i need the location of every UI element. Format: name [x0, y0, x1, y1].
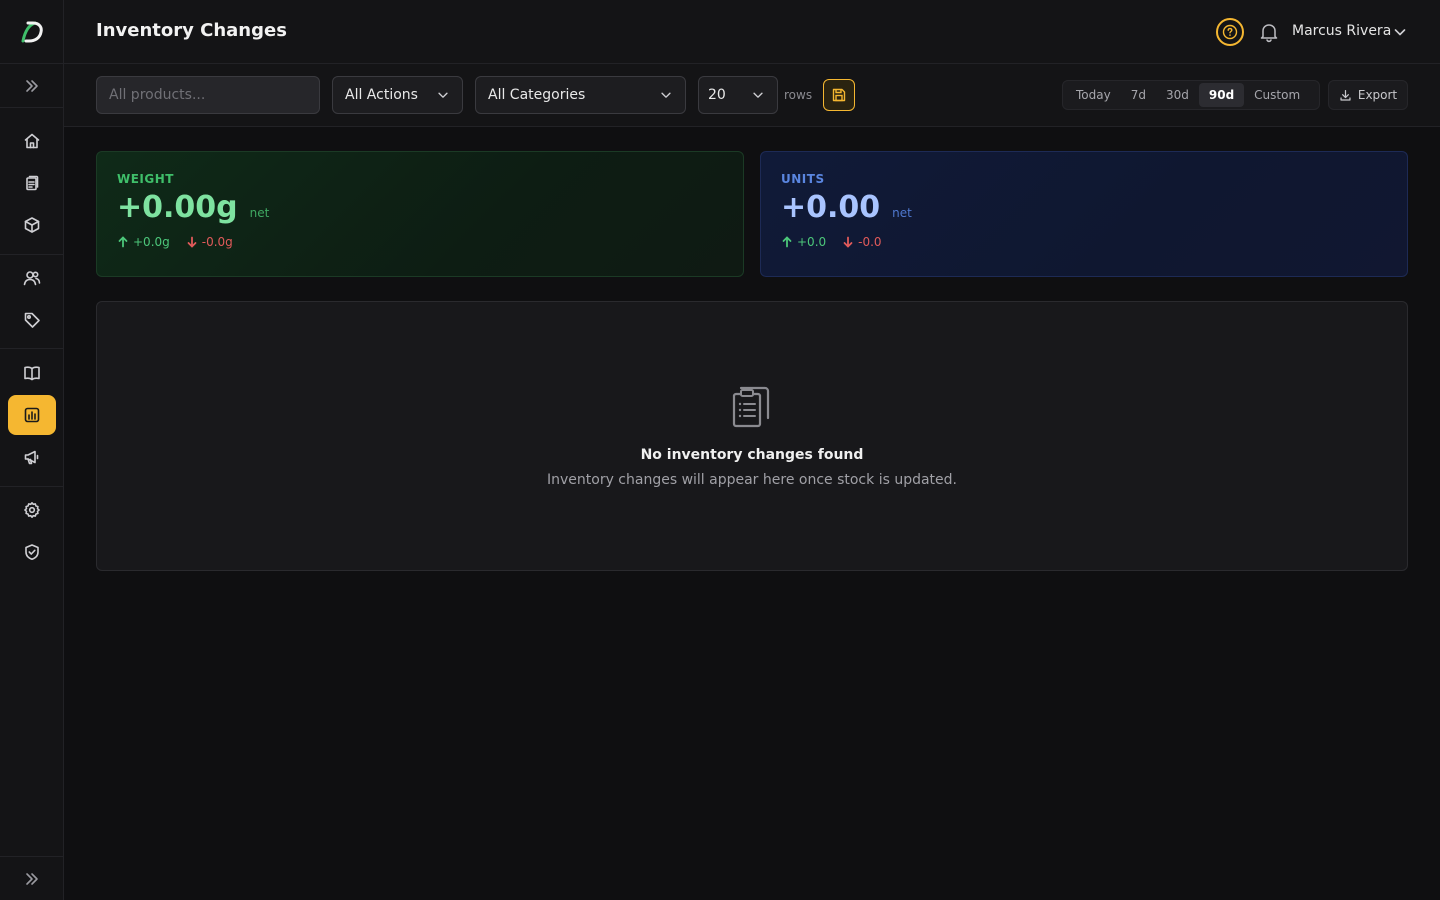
sidebar-item-catalog[interactable]: [8, 353, 56, 393]
bar-chart-icon: [24, 407, 40, 423]
categories-select[interactable]: All Categories: [475, 76, 686, 114]
sidebar-item-security[interactable]: [8, 532, 56, 572]
download-icon: [1340, 89, 1351, 101]
sidebar-item-customers[interactable]: [8, 258, 56, 298]
megaphone-icon: [24, 450, 39, 465]
sidebar-divider: [0, 486, 64, 487]
weight-stat-card: WEIGHT +0.00g net +0.0g -0.0g: [96, 151, 744, 277]
sidebar-divider: [0, 348, 64, 349]
weight-card-label: WEIGHT: [117, 172, 174, 186]
range-7d-button[interactable]: 7d: [1121, 83, 1156, 107]
export-label: Export: [1357, 88, 1398, 102]
units-increase: +0.0: [781, 235, 826, 249]
sidebar-item-marketing[interactable]: [8, 437, 56, 477]
range-30d-button[interactable]: 30d: [1156, 83, 1199, 107]
weight-increase: +0.0g: [117, 235, 170, 249]
empty-state-subtitle: Inventory changes will appear here once …: [546, 472, 957, 488]
rows-per-page-select[interactable]: 20: [698, 76, 778, 114]
empty-state-title: No inventory changes found: [640, 447, 864, 463]
sidebar-expand-button[interactable]: [0, 64, 64, 108]
sidebar-item-orders[interactable]: [8, 163, 56, 203]
date-range-selector: Today 7d 30d 90d Custom: [1062, 80, 1320, 110]
filter-toolbar: All Actions All Categories 20 rows Today…: [64, 64, 1440, 127]
users-icon: [23, 271, 41, 286]
app-logo[interactable]: [0, 0, 64, 64]
clipboard-list-icon: [732, 386, 770, 428]
arrow-up-icon: [118, 236, 128, 248]
help-icon: [1222, 24, 1238, 40]
tag-icon: [24, 312, 40, 328]
rows-select-value: 20: [708, 87, 726, 103]
chevron-down-icon: [661, 92, 671, 98]
weight-decrease-value: -0.0g: [201, 235, 233, 249]
sidebar-item-tags[interactable]: [8, 300, 56, 340]
chevron-down-icon: [753, 92, 763, 98]
home-icon: [24, 133, 40, 149]
sidebar-collapse-button[interactable]: [0, 856, 64, 900]
sidebar-item-home[interactable]: [8, 121, 56, 161]
export-button[interactable]: Export: [1328, 80, 1408, 110]
box-icon: [24, 217, 40, 233]
logo-icon: [21, 21, 43, 42]
range-custom-button[interactable]: Custom: [1244, 83, 1310, 107]
units-decrease-value: -0.0: [858, 235, 882, 249]
chevrons-right-icon: [26, 79, 38, 92]
rows-label: rows: [784, 88, 813, 102]
page-title: Inventory Changes: [96, 20, 287, 41]
product-search-input[interactable]: [96, 76, 320, 114]
bell-icon[interactable]: [1258, 21, 1280, 43]
sidebar: [0, 0, 64, 900]
sidebar-item-products[interactable]: [8, 205, 56, 245]
sidebar-divider: [0, 254, 64, 255]
save-filter-button[interactable]: [823, 79, 855, 111]
clipboard-icon: [26, 175, 39, 191]
weight-net-label: net: [249, 206, 270, 220]
units-net-label: net: [892, 206, 912, 220]
arrow-up-icon: [782, 236, 792, 248]
book-icon: [24, 366, 40, 381]
chevrons-right-icon: [26, 872, 38, 885]
shield-check-icon: [25, 544, 39, 560]
chevron-down-icon: [438, 92, 448, 98]
range-today-button[interactable]: Today: [1066, 83, 1121, 107]
inventory-changes-panel: No inventory changes found Inventory cha…: [96, 301, 1408, 571]
weight-net-value: +0.00g: [117, 190, 238, 225]
gear-icon: [24, 502, 40, 518]
weight-decrease: -0.0g: [186, 235, 233, 249]
save-icon: [832, 88, 846, 102]
weight-increase-value: +0.0g: [133, 235, 170, 249]
units-stat-card: UNITS +0.00 net +0.0 -0.0: [760, 151, 1408, 277]
sidebar-item-reports[interactable]: [8, 395, 56, 435]
user-menu-name[interactable]: Marcus Rivera: [1292, 23, 1391, 39]
chevron-down-icon[interactable]: [1392, 24, 1408, 40]
sidebar-item-settings[interactable]: [8, 490, 56, 530]
help-button[interactable]: [1216, 18, 1244, 46]
top-header: Inventory Changes Marcus Rivera: [64, 0, 1440, 64]
categories-select-value: All Categories: [488, 87, 586, 103]
range-90d-button[interactable]: 90d: [1198, 83, 1245, 107]
units-card-label: UNITS: [781, 172, 825, 186]
arrow-down-icon: [843, 236, 853, 248]
actions-select[interactable]: All Actions: [332, 76, 463, 114]
actions-select-value: All Actions: [345, 87, 418, 103]
arrow-down-icon: [187, 236, 197, 248]
units-net-value: +0.00: [781, 190, 881, 225]
units-decrease: -0.0: [842, 235, 882, 249]
units-increase-value: +0.0: [797, 235, 827, 249]
